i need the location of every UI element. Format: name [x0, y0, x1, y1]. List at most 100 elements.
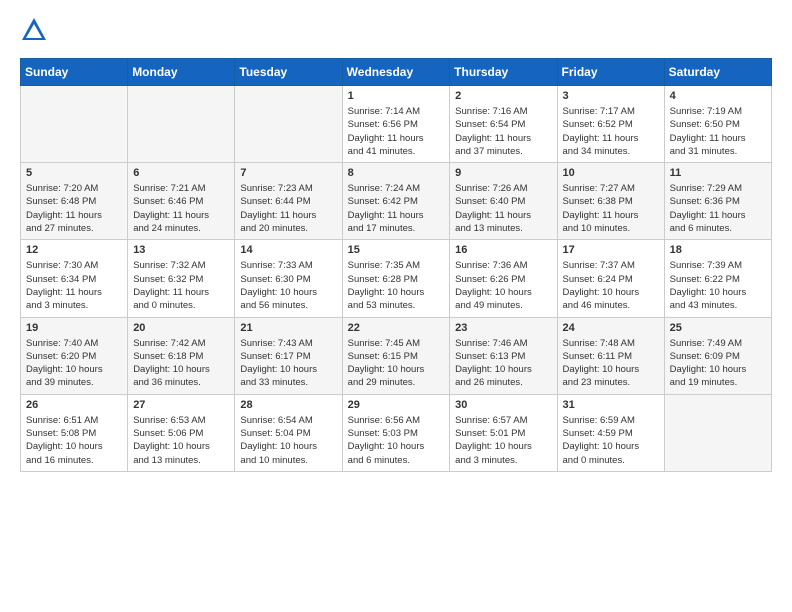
header: [20, 16, 772, 44]
day-cell: 4 Sunrise: 7:19 AM Sunset: 6:50 PM Daylig…: [664, 86, 771, 163]
day-cell: 16 Sunrise: 7:36 AM Sunset: 6:26 PM Dayli…: [450, 240, 557, 317]
day-number: 29: [348, 399, 445, 411]
day-cell: 25Sunrise: 7:49 AM Sunset: 6:09 PM Dayli…: [664, 317, 771, 394]
day-number: 5: [26, 167, 122, 179]
day-number: 8: [348, 167, 445, 179]
weekday-thursday: Thursday: [450, 59, 557, 86]
day-number: 11: [670, 167, 766, 179]
day-info: Sunrise: 7:14 AM Sunset: 6:56 PM Dayligh…: [348, 105, 445, 158]
day-cell: 23 Sunrise: 7:46 AM Sunset: 6:13 PM Dayli…: [450, 317, 557, 394]
day-info: Sunrise: 7:42 AM Sunset: 6:18 PM Dayligh…: [133, 337, 229, 390]
day-number: 10: [563, 167, 659, 179]
day-cell: 10Sunrise: 7:27 AM Sunset: 6:38 PM Dayli…: [557, 163, 664, 240]
day-info: Sunrise: 7:39 AM Sunset: 6:22 PM Dayligh…: [670, 259, 766, 312]
day-cell: 31 Sunrise: 6:59 AM Sunset: 4:59 PM Dayli…: [557, 394, 664, 471]
day-number: 23: [455, 322, 551, 334]
weekday-saturday: Saturday: [664, 59, 771, 86]
day-cell: 13 Sunrise: 7:32 AM Sunset: 6:32 PM Dayli…: [128, 240, 235, 317]
logo-icon: [20, 16, 48, 44]
day-cell: 11 Sunrise: 7:29 AM Sunset: 6:36 PM Dayli…: [664, 163, 771, 240]
day-info: Sunrise: 7:33 AM Sunset: 6:30 PM Dayligh…: [240, 259, 336, 312]
day-cell: 24 Sunrise: 7:48 AM Sunset: 6:11 PM Dayli…: [557, 317, 664, 394]
day-info: Sunrise: 7:26 AM Sunset: 6:40 PM Dayligh…: [455, 182, 551, 235]
day-number: 19: [26, 322, 122, 334]
day-cell: 7 Sunrise: 7:23 AM Sunset: 6:44 PM Daylig…: [235, 163, 342, 240]
day-cell: 26 Sunrise: 6:51 AM Sunset: 5:08 PM Dayli…: [21, 394, 128, 471]
day-cell: 20 Sunrise: 7:42 AM Sunset: 6:18 PM Dayli…: [128, 317, 235, 394]
day-info: Sunrise: 7:30 AM Sunset: 6:34 PM Dayligh…: [26, 259, 122, 312]
day-cell: [235, 86, 342, 163]
week-row-2: 5 Sunrise: 7:20 AM Sunset: 6:48 PM Daylig…: [21, 163, 772, 240]
day-number: 21: [240, 322, 336, 334]
day-cell: [21, 86, 128, 163]
day-number: 13: [133, 244, 229, 256]
day-number: 22: [348, 322, 445, 334]
day-info: Sunrise: 6:53 AM Sunset: 5:06 PM Dayligh…: [133, 414, 229, 467]
day-info: Sunrise: 7:40 AM Sunset: 6:20 PM Dayligh…: [26, 337, 122, 390]
day-info: Sunrise: 7:32 AM Sunset: 6:32 PM Dayligh…: [133, 259, 229, 312]
day-cell: 2 Sunrise: 7:16 AM Sunset: 6:54 PM Daylig…: [450, 86, 557, 163]
week-row-3: 12 Sunrise: 7:30 AM Sunset: 6:34 PM Dayli…: [21, 240, 772, 317]
weekday-header-row: SundayMondayTuesdayWednesdayThursdayFrid…: [21, 59, 772, 86]
day-info: Sunrise: 6:57 AM Sunset: 5:01 PM Dayligh…: [455, 414, 551, 467]
day-info: Sunrise: 7:23 AM Sunset: 6:44 PM Dayligh…: [240, 182, 336, 235]
day-cell: 29Sunrise: 6:56 AM Sunset: 5:03 PM Dayli…: [342, 394, 450, 471]
day-number: 4: [670, 90, 766, 102]
day-cell: 18 Sunrise: 7:39 AM Sunset: 6:22 PM Dayli…: [664, 240, 771, 317]
day-info: Sunrise: 7:21 AM Sunset: 6:46 PM Dayligh…: [133, 182, 229, 235]
day-cell: 22 Sunrise: 7:45 AM Sunset: 6:15 PM Dayli…: [342, 317, 450, 394]
day-info: Sunrise: 7:20 AM Sunset: 6:48 PM Dayligh…: [26, 182, 122, 235]
day-cell: 8 Sunrise: 7:24 AM Sunset: 6:42 PM Daylig…: [342, 163, 450, 240]
day-number: 16: [455, 244, 551, 256]
day-number: 7: [240, 167, 336, 179]
day-cell: [128, 86, 235, 163]
page: SundayMondayTuesdayWednesdayThursdayFrid…: [0, 0, 792, 492]
day-cell: 12 Sunrise: 7:30 AM Sunset: 6:34 PM Dayli…: [21, 240, 128, 317]
weekday-sunday: Sunday: [21, 59, 128, 86]
day-info: Sunrise: 7:35 AM Sunset: 6:28 PM Dayligh…: [348, 259, 445, 312]
day-info: Sunrise: 7:16 AM Sunset: 6:54 PM Dayligh…: [455, 105, 551, 158]
week-row-5: 26 Sunrise: 6:51 AM Sunset: 5:08 PM Dayli…: [21, 394, 772, 471]
day-cell: 28 Sunrise: 6:54 AM Sunset: 5:04 PM Dayli…: [235, 394, 342, 471]
day-info: Sunrise: 7:24 AM Sunset: 6:42 PM Dayligh…: [348, 182, 445, 235]
day-info: Sunrise: 6:54 AM Sunset: 5:04 PM Dayligh…: [240, 414, 336, 467]
day-cell: [664, 394, 771, 471]
day-number: 20: [133, 322, 229, 334]
day-info: Sunrise: 6:59 AM Sunset: 4:59 PM Dayligh…: [563, 414, 659, 467]
logo: [20, 16, 52, 44]
day-number: 14: [240, 244, 336, 256]
day-number: 9: [455, 167, 551, 179]
day-cell: 3Sunrise: 7:17 AM Sunset: 6:52 PM Daylig…: [557, 86, 664, 163]
day-cell: 17Sunrise: 7:37 AM Sunset: 6:24 PM Dayli…: [557, 240, 664, 317]
day-cell: 1Sunrise: 7:14 AM Sunset: 6:56 PM Daylig…: [342, 86, 450, 163]
day-number: 17: [563, 244, 659, 256]
day-number: 30: [455, 399, 551, 411]
day-number: 12: [26, 244, 122, 256]
day-info: Sunrise: 7:36 AM Sunset: 6:26 PM Dayligh…: [455, 259, 551, 312]
day-cell: 6 Sunrise: 7:21 AM Sunset: 6:46 PM Daylig…: [128, 163, 235, 240]
weekday-monday: Monday: [128, 59, 235, 86]
day-info: Sunrise: 6:51 AM Sunset: 5:08 PM Dayligh…: [26, 414, 122, 467]
day-info: Sunrise: 7:48 AM Sunset: 6:11 PM Dayligh…: [563, 337, 659, 390]
calendar: SundayMondayTuesdayWednesdayThursdayFrid…: [20, 58, 772, 472]
day-number: 27: [133, 399, 229, 411]
day-cell: 14 Sunrise: 7:33 AM Sunset: 6:30 PM Dayli…: [235, 240, 342, 317]
day-cell: 15Sunrise: 7:35 AM Sunset: 6:28 PM Dayli…: [342, 240, 450, 317]
day-number: 6: [133, 167, 229, 179]
day-info: Sunrise: 7:49 AM Sunset: 6:09 PM Dayligh…: [670, 337, 766, 390]
day-number: 18: [670, 244, 766, 256]
day-number: 31: [563, 399, 659, 411]
day-info: Sunrise: 7:45 AM Sunset: 6:15 PM Dayligh…: [348, 337, 445, 390]
weekday-friday: Friday: [557, 59, 664, 86]
day-number: 28: [240, 399, 336, 411]
day-number: 24: [563, 322, 659, 334]
day-number: 2: [455, 90, 551, 102]
day-number: 26: [26, 399, 122, 411]
day-info: Sunrise: 7:43 AM Sunset: 6:17 PM Dayligh…: [240, 337, 336, 390]
day-cell: 21 Sunrise: 7:43 AM Sunset: 6:17 PM Dayli…: [235, 317, 342, 394]
day-info: Sunrise: 7:46 AM Sunset: 6:13 PM Dayligh…: [455, 337, 551, 390]
week-row-4: 19 Sunrise: 7:40 AM Sunset: 6:20 PM Dayli…: [21, 317, 772, 394]
day-info: Sunrise: 7:19 AM Sunset: 6:50 PM Dayligh…: [670, 105, 766, 158]
day-info: Sunrise: 7:29 AM Sunset: 6:36 PM Dayligh…: [670, 182, 766, 235]
day-info: Sunrise: 7:17 AM Sunset: 6:52 PM Dayligh…: [563, 105, 659, 158]
